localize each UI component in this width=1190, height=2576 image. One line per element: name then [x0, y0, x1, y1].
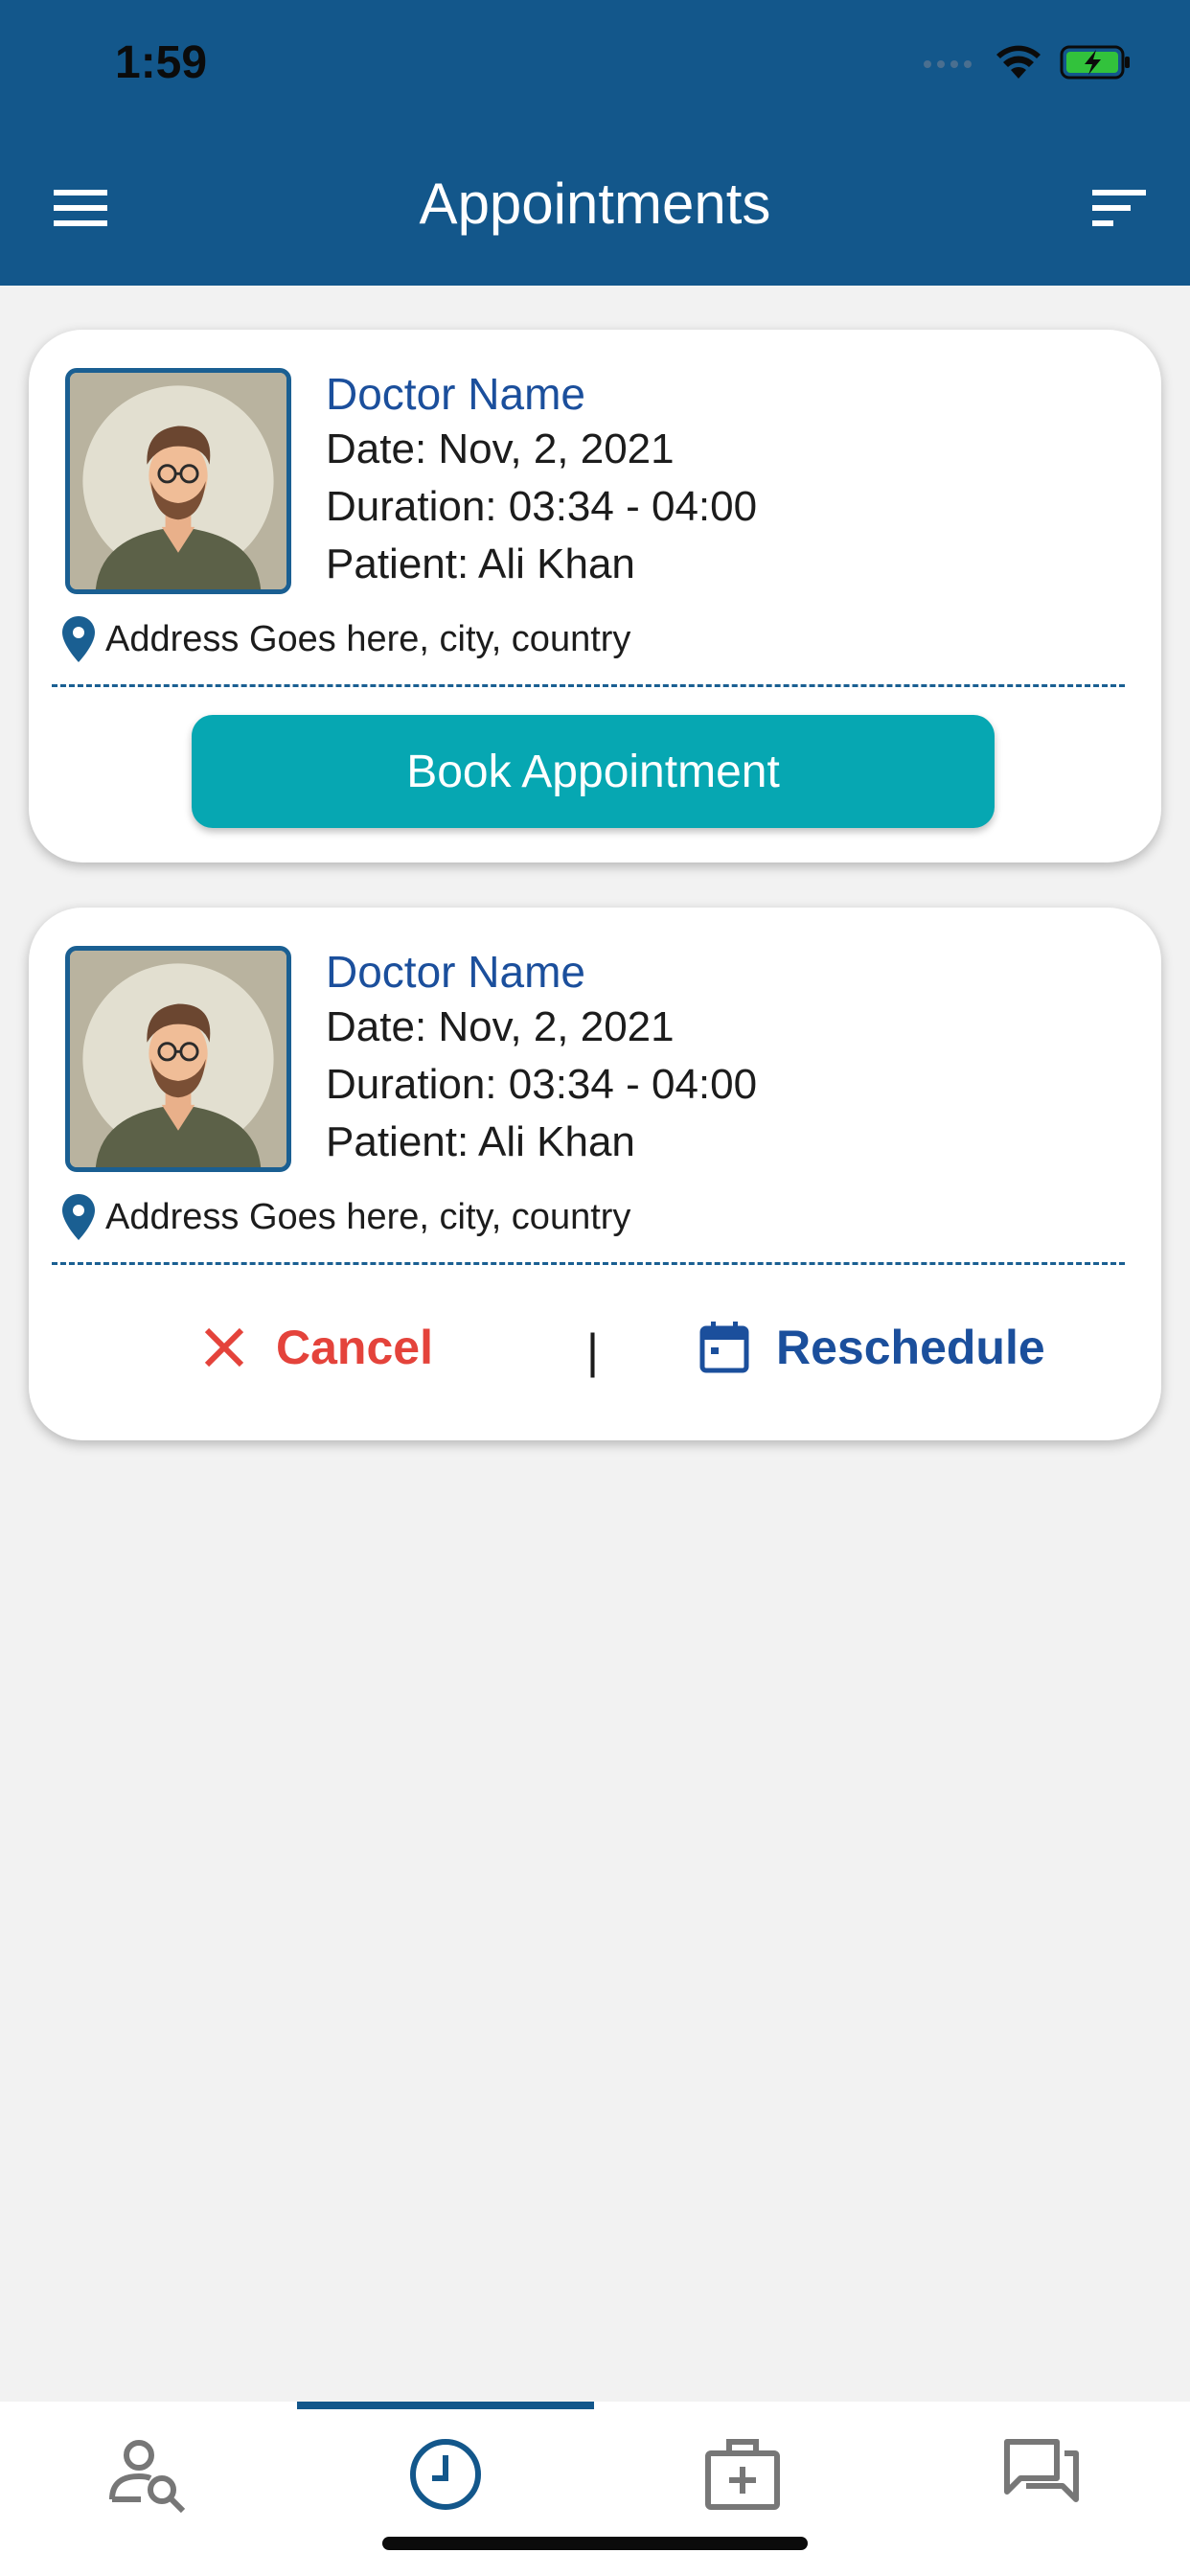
tab-medical[interactable]: [594, 2436, 891, 2532]
status-time: 1:59: [115, 37, 208, 88]
appointment-date: Date: Nov, 2, 2021: [326, 1003, 675, 1050]
card-actions: Cancel | Reschedule: [29, 1320, 1161, 1387]
doctor-avatar: [65, 368, 291, 594]
address-row: Address Goes here, city, country: [61, 615, 630, 663]
home-indicator: [382, 2537, 808, 2550]
appointment-card: Doctor Name Date: Nov, 2, 2021 Duration:…: [29, 330, 1161, 862]
doctor-avatar-illustration: [70, 951, 286, 1167]
patient-name: Patient: Ali Khan: [326, 1118, 635, 1165]
signal-icon: [924, 60, 972, 68]
address-row: Address Goes here, city, country: [61, 1193, 630, 1241]
book-appointment-button[interactable]: Book Appointment: [192, 715, 995, 828]
battery-charging-icon: [1060, 45, 1130, 80]
tab-appointments[interactable]: [297, 2436, 594, 2532]
tab-find-doctor[interactable]: [0, 2436, 297, 2532]
action-separator: |: [586, 1324, 599, 1378]
medical-kit-icon: [705, 2439, 780, 2510]
wifi-icon: [996, 45, 1041, 79]
appointment-duration: Duration: 03:34 - 04:00: [326, 1061, 758, 1108]
cancel-label: Cancel: [276, 1321, 433, 1374]
find-doctor-icon: [109, 2440, 186, 2513]
app-header: 1:59 Appointments: [0, 0, 1190, 286]
doctor-name: Doctor Name: [326, 947, 585, 997]
location-pin-icon: [62, 1194, 95, 1240]
location-pin-icon: [62, 616, 95, 662]
chat-icon: [1004, 2439, 1079, 2502]
appointment-duration: Duration: 03:34 - 04:00: [326, 483, 758, 530]
dashed-divider: [52, 684, 1125, 687]
address-text: Address Goes here, city, country: [105, 1196, 631, 1237]
calendar-icon: [699, 1322, 749, 1373]
close-icon: [204, 1327, 244, 1368]
appointment-date: Date: Nov, 2, 2021: [326, 426, 675, 472]
cancel-button[interactable]: Cancel: [203, 1320, 433, 1375]
clock-icon: [410, 2439, 481, 2510]
tab-chat[interactable]: [893, 2436, 1190, 2532]
status-icons: [922, 44, 1133, 80]
appointment-card: Doctor Name Date: Nov, 2, 2021 Duration:…: [29, 908, 1161, 1440]
reschedule-label: Reschedule: [776, 1321, 1045, 1374]
page-title: Appointments: [419, 172, 771, 236]
doctor-avatar: [65, 946, 291, 1172]
dashed-divider: [52, 1262, 1125, 1265]
patient-name: Patient: Ali Khan: [326, 540, 635, 587]
filter-button[interactable]: [1092, 188, 1148, 228]
doctor-name: Doctor Name: [326, 369, 585, 419]
active-tab-indicator: [297, 2402, 594, 2409]
doctor-avatar-illustration: [70, 373, 286, 589]
filter-sort-icon: [1092, 190, 1146, 226]
reschedule-button[interactable]: Reschedule: [699, 1320, 1045, 1375]
address-text: Address Goes here, city, country: [105, 618, 631, 659]
